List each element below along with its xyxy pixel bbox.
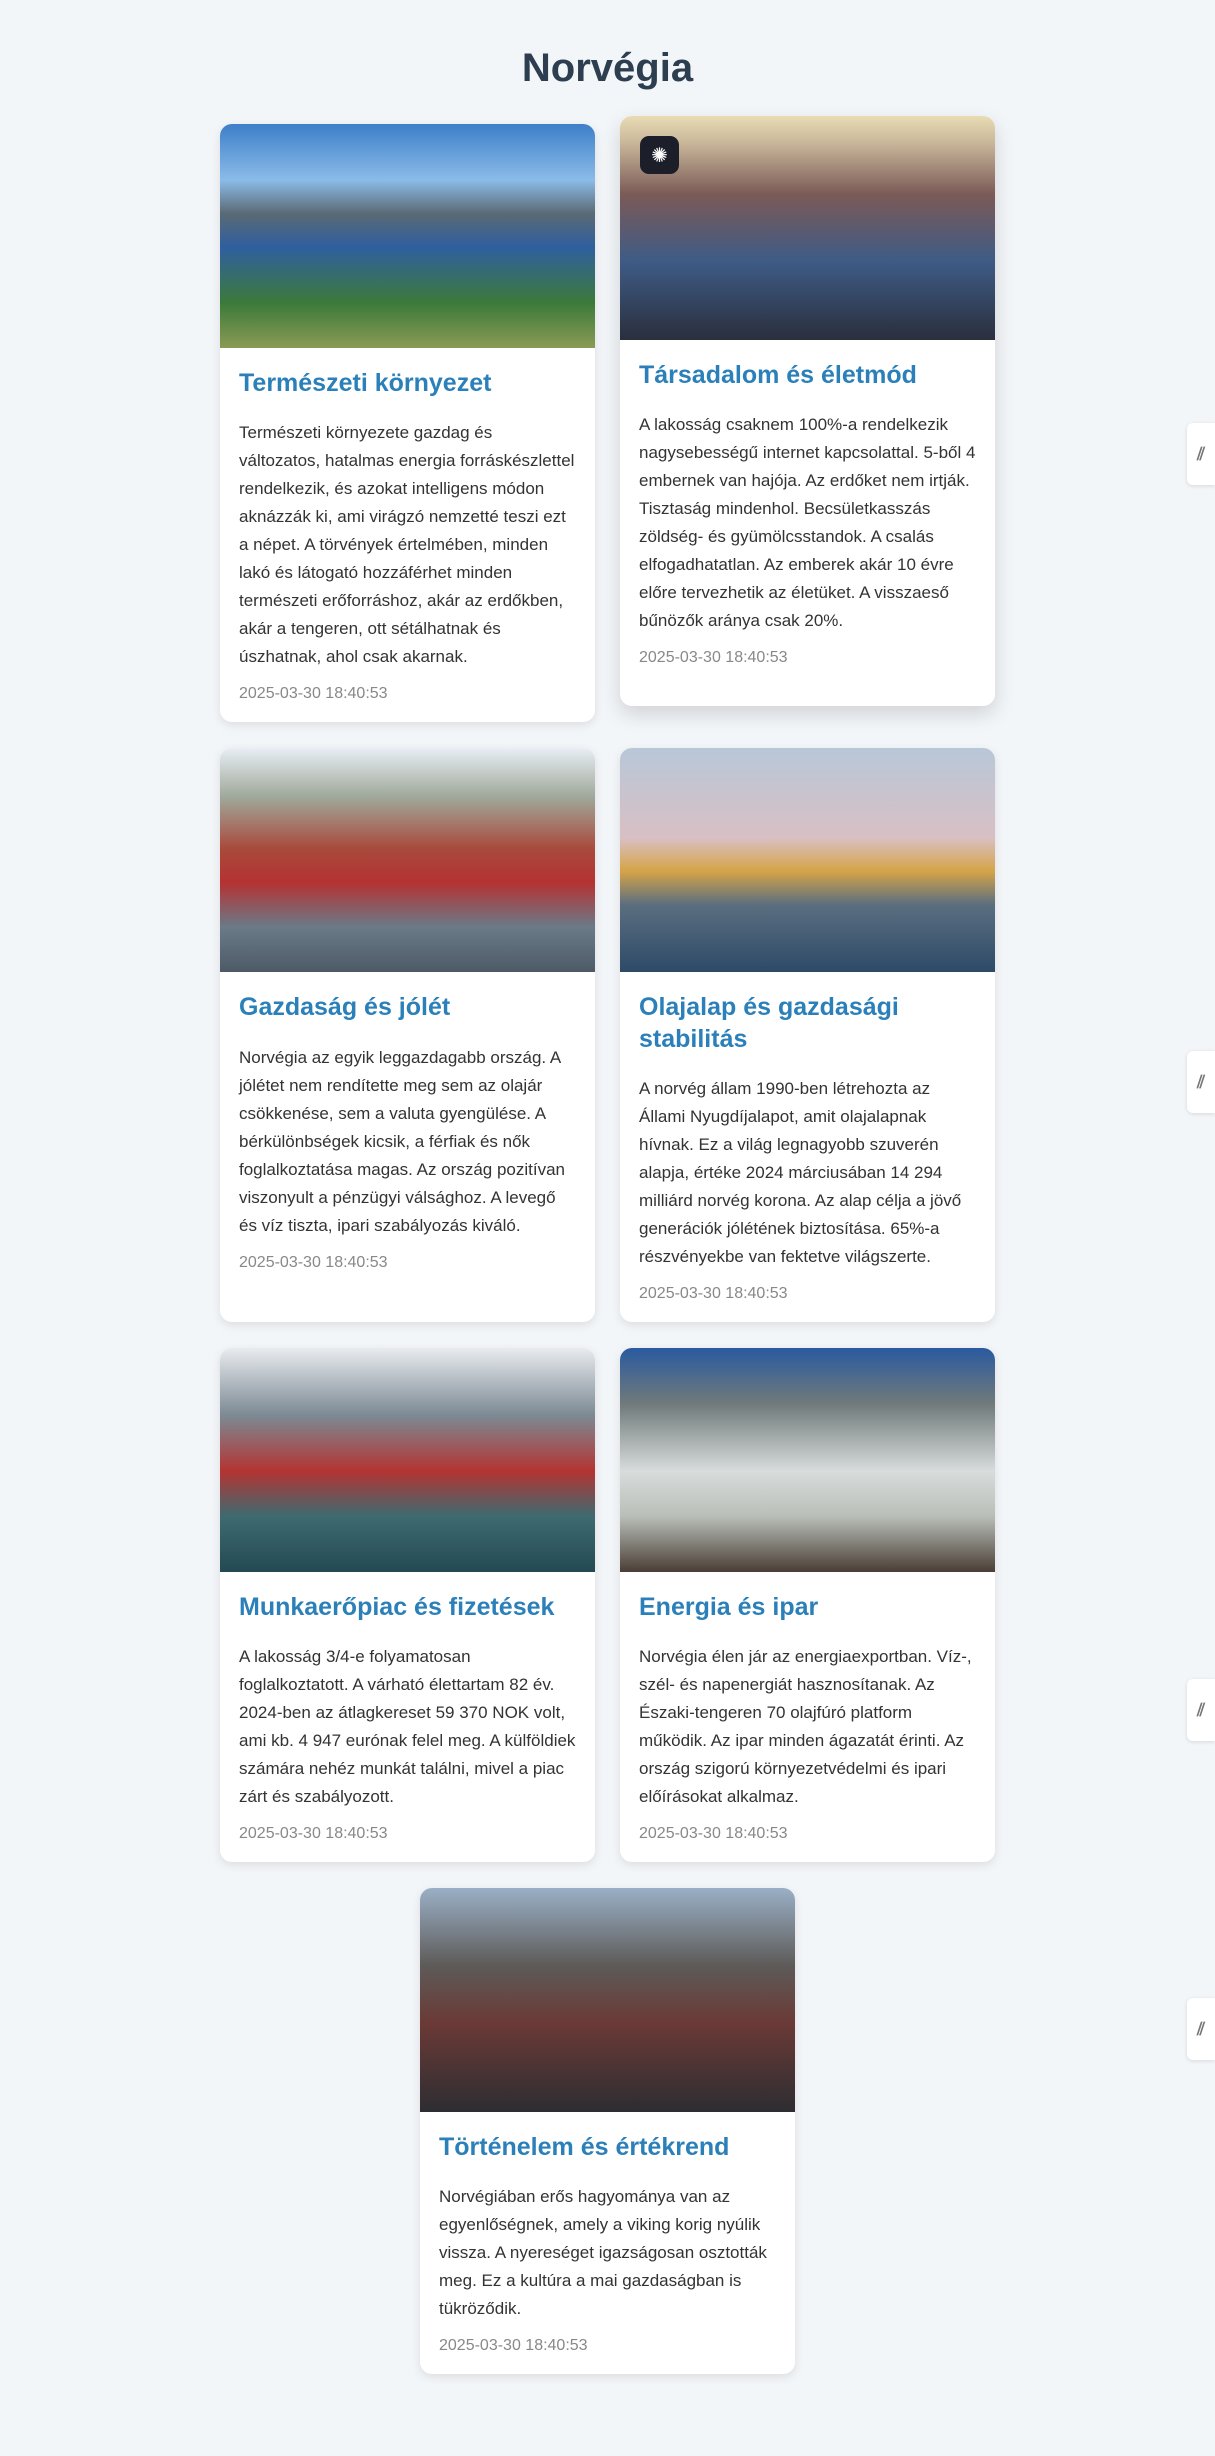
card-title: Történelem és értékrend: [439, 2133, 730, 2161]
card-image: [620, 748, 995, 973]
card-date: 2025-03-30 18:40:53: [639, 649, 788, 667]
card-title: Olajalap és gazdasági stabilitás: [639, 993, 899, 1053]
card-date: 2025-03-30 18:40:53: [239, 1253, 388, 1271]
card-title: Gazdaság és jólét: [239, 993, 451, 1022]
card-text: Norvégiában erős hagyománya van az egyen…: [439, 2187, 767, 2319]
card-date: 2025-03-30 18:40:53: [439, 2337, 588, 2355]
card-image: [220, 1347, 595, 1572]
card-grid: Természeti környezet Természeti környeze…: [220, 116, 995, 2375]
card-text: Norvégia élen jár az energiaexportban. V…: [639, 1647, 972, 1806]
page-title: Norvégia: [521, 46, 694, 90]
card-date: 2025-03-30 18:40:53: [639, 1284, 788, 1302]
translate-icon[interactable]: ⫽: [1187, 1998, 1215, 2060]
card-oil-fund[interactable]: Olajalap és gazdasági stabilitás A norvé…: [620, 748, 995, 1322]
card-image: ✺: [620, 116, 995, 340]
card-text: Természeti környezete gazdag és változat…: [239, 423, 575, 667]
translate-icon[interactable]: ⫽: [1187, 1679, 1215, 1741]
card-date: 2025-03-30 18:40:53: [239, 1825, 388, 1842]
card-labour-market[interactable]: Munkaerőpiac és fizetések A lakosság 3/4…: [220, 1347, 595, 1862]
card-text: A lakosság 3/4-e folyamatosan foglalkozt…: [239, 1647, 576, 1806]
card-text: Norvégia az egyik leggazdagabb ország. A…: [239, 1047, 566, 1235]
translate-icon[interactable]: ⫽: [1187, 423, 1215, 485]
card-history-values[interactable]: Történelem és értékrend Norvégiában erős…: [420, 1888, 795, 2375]
card-image: [620, 1347, 995, 1572]
card-image: [220, 748, 595, 973]
card-image: [220, 124, 595, 348]
translate-icon[interactable]: ⫽: [1187, 1051, 1215, 1113]
card-text: A norvég állam 1990-ben létrehozta az Ál…: [639, 1078, 962, 1266]
card-society-lifestyle[interactable]: ✺ Társadalom és életmód A lakosság csakn…: [620, 116, 995, 707]
card-energy-industry[interactable]: Energia és ipar Norvégia élen jár az ene…: [620, 1347, 995, 1862]
card-text: A lakosság csaknem 100%-a rendelkezik na…: [639, 415, 976, 631]
card-date: 2025-03-30 18:40:53: [639, 1825, 788, 1842]
card-natural-environment[interactable]: Természeti környezet Természeti környeze…: [220, 124, 595, 723]
card-title: Társadalom és életmód: [639, 361, 917, 389]
card-title: Munkaerőpiac és fizetések: [239, 1592, 555, 1621]
card-title: Energia és ipar: [639, 1592, 819, 1621]
card-title: Természeti környezet: [239, 369, 492, 397]
card-date: 2025-03-30 18:40:53: [239, 685, 388, 703]
card-image: [420, 1888, 795, 2112]
card-economy-welfare[interactable]: Gazdaság és jólét Norvégia az egyik legg…: [220, 748, 595, 1322]
brain-icon[interactable]: ✺: [640, 136, 679, 174]
